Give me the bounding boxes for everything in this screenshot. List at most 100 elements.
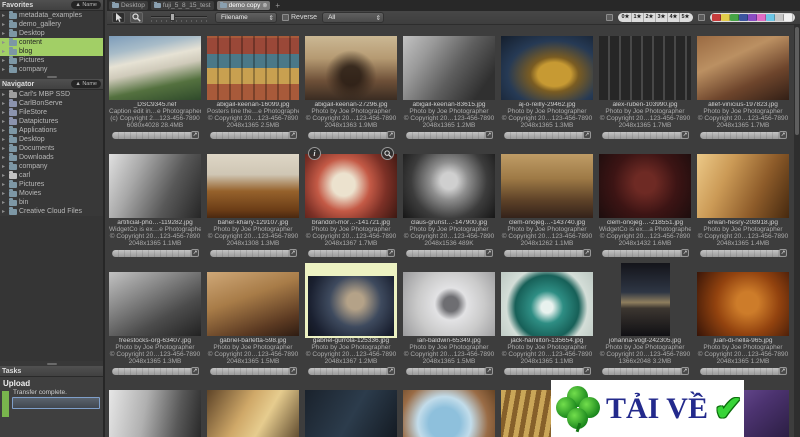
contact-sheet-tab[interactable]: demo copy ⊗ bbox=[216, 1, 271, 10]
thumbnail-image[interactable] bbox=[305, 36, 397, 100]
thumbnail-image[interactable] bbox=[109, 36, 201, 100]
contact-sheet-tab[interactable]: Desktop bbox=[109, 1, 148, 10]
thumbnail-cell[interactable]: i clem-onojeg…-218551.jpg WidgetCo is ex… bbox=[599, 145, 691, 257]
star-rating-segment[interactable]: 5★ bbox=[680, 13, 691, 22]
sidebar-item[interactable]: ▸ company bbox=[0, 65, 103, 74]
thumbnail-image[interactable] bbox=[501, 36, 593, 100]
thumbnail-image[interactable] bbox=[697, 272, 789, 336]
grid-scrollbar[interactable] bbox=[794, 25, 800, 437]
thumbnail-image[interactable] bbox=[403, 154, 495, 218]
color-filter-checkbox[interactable] bbox=[698, 14, 705, 21]
thumbnail-cell[interactable]: i ↗ bbox=[305, 381, 397, 437]
thumbnail-cell[interactable]: i ↗ bbox=[109, 381, 201, 437]
thumbnail-cell[interactable]: i erwan-hesry-208918.jpg Photo by Joe Ph… bbox=[697, 145, 789, 257]
disclosure-triangle-icon[interactable]: ▸ bbox=[2, 163, 9, 170]
download-watermark[interactable]: TẢI VỀ ✔ bbox=[551, 380, 744, 437]
disclosure-triangle-icon[interactable]: ▸ bbox=[2, 127, 9, 134]
thumbnail-cell[interactable]: i ↗ bbox=[207, 381, 299, 437]
color-class-swatch[interactable] bbox=[721, 14, 730, 21]
thumbnail-image[interactable] bbox=[599, 154, 691, 218]
disclosure-triangle-icon[interactable]: ▸ bbox=[2, 12, 9, 19]
thumbnail-cell[interactable]: i abigail-keenan-16099.jpg Posters line … bbox=[207, 27, 299, 139]
thumbnail-cell[interactable]: i baher-khairy-129107.jpg Photo by Joe P… bbox=[207, 145, 299, 257]
disclosure-triangle-icon[interactable]: ▸ bbox=[2, 172, 9, 179]
close-tab-icon[interactable]: ⊗ bbox=[262, 2, 267, 9]
sidebar-item[interactable]: ▸ Movies bbox=[0, 189, 103, 198]
sidebar-item[interactable]: ▸ FileStore bbox=[0, 108, 103, 117]
thumbnail-cell[interactable]: i abigail-keenan-83615.jpg Photo by Joe … bbox=[403, 27, 495, 139]
disclosure-triangle-icon[interactable]: ▸ bbox=[2, 48, 9, 55]
thumbnail-image[interactable] bbox=[501, 154, 593, 218]
disclosure-triangle-icon[interactable]: ▸ bbox=[2, 190, 9, 197]
sidebar-item[interactable]: ▸ Desktop bbox=[0, 135, 103, 144]
magnifier-icon[interactable] bbox=[381, 147, 394, 160]
thumbnail-cell[interactable]: i brandon-mor…-141721.jpg Photo by Joe P… bbox=[305, 145, 397, 257]
disclosure-triangle-icon[interactable]: ▸ bbox=[2, 199, 9, 206]
thumbnail-cell[interactable]: i freestocks-org-63407.jpg Photo by Joe … bbox=[109, 263, 201, 375]
color-class-swatch[interactable] bbox=[757, 14, 766, 21]
reverse-checkbox[interactable]: Reverse bbox=[282, 14, 317, 21]
sidebar-item[interactable]: ▸ Documents bbox=[0, 144, 103, 153]
sidebar-item[interactable]: ▸ demo_gallery bbox=[0, 20, 103, 29]
color-class-filter[interactable] bbox=[710, 13, 795, 22]
navigator-sort-button[interactable]: ▲ Name bbox=[71, 80, 101, 88]
thumbnail-image[interactable] bbox=[109, 272, 201, 336]
sidebar-item[interactable]: ▸ metadata_examples bbox=[0, 11, 103, 20]
sidebar-item[interactable]: ▸ Desktop bbox=[0, 29, 103, 38]
info-icon[interactable]: i bbox=[308, 147, 321, 160]
sidebar-item[interactable]: ▸ bin bbox=[0, 198, 103, 207]
disclosure-triangle-icon[interactable]: ▸ bbox=[2, 100, 9, 107]
grid-scrollbar-thumb[interactable] bbox=[795, 27, 799, 135]
sidebar-item[interactable]: ▸ Pictures bbox=[0, 56, 103, 65]
disclosure-triangle-icon[interactable]: ▸ bbox=[2, 145, 9, 152]
star-rating-segment[interactable]: 2★ bbox=[644, 13, 656, 22]
thumbnail-cell[interactable]: i artificial-pho…-119282.jpg WidgetCo is… bbox=[109, 145, 201, 257]
thumbnail-cell[interactable]: i aj-o-reilly-29462.jpg Photo by Joe Pho… bbox=[501, 27, 593, 139]
zoom-tool-button[interactable] bbox=[130, 12, 143, 23]
filter-select[interactable]: All ⇕ bbox=[322, 12, 385, 23]
thumbnail-image[interactable] bbox=[403, 36, 495, 100]
thumbnail-cell[interactable]: i alex-ruben-103990.jpg Photo by Joe Pho… bbox=[599, 27, 691, 139]
sidebar-item[interactable]: ▸ company bbox=[0, 162, 103, 171]
favorites-sort-button[interactable]: ▲ Name bbox=[71, 1, 101, 9]
thumbnail-image[interactable] bbox=[305, 390, 397, 437]
disclosure-triangle-icon[interactable]: ▸ bbox=[2, 30, 9, 37]
contact-sheet-tab[interactable]: fuji_5_8_15_test bbox=[150, 1, 214, 10]
disclosure-triangle-icon[interactable]: ▸ bbox=[2, 57, 9, 64]
sidebar-item[interactable]: ▸ Pictures bbox=[0, 180, 103, 189]
color-class-swatch[interactable] bbox=[712, 14, 721, 21]
sidebar-item[interactable]: ▸ blog bbox=[0, 47, 103, 56]
thumbnail-image[interactable] bbox=[109, 154, 201, 218]
thumbnail-cell[interactable]: i gabriel-barletta-598.jpg Photo by Joe … bbox=[207, 263, 299, 375]
thumbnail-cell[interactable]: i jack-hamilton-135654.jpg Photo by Joe … bbox=[501, 263, 593, 375]
thumbnail-image[interactable] bbox=[207, 154, 299, 218]
sidebar-item[interactable]: ▸ Datapictures bbox=[0, 117, 103, 126]
disclosure-triangle-icon[interactable]: ▸ bbox=[2, 118, 9, 125]
star-rating-filter[interactable]: 0★ 1★ 2★ 3★ 4★ 5★ bbox=[618, 13, 693, 22]
thumbnail-image[interactable] bbox=[207, 272, 299, 336]
thumbnail-image[interactable] bbox=[501, 272, 593, 336]
thumbnail-image[interactable] bbox=[403, 272, 495, 336]
thumbnail-image[interactable] bbox=[620, 263, 670, 336]
star-rating-segment[interactable]: 0★ bbox=[620, 13, 632, 22]
disclosure-triangle-icon[interactable]: ▸ bbox=[2, 181, 9, 188]
thumbnail-image[interactable] bbox=[207, 36, 299, 100]
thumbnail-cell[interactable]: i allef-vinicius-197823.jpg Photo by Joe… bbox=[697, 27, 789, 139]
disclosure-triangle-icon[interactable]: ▸ bbox=[2, 66, 9, 73]
thumbnail-cell[interactable]: i clem-onojeg…-143740.jpg Photo by Joe P… bbox=[501, 145, 593, 257]
thumbnail-image[interactable] bbox=[599, 36, 691, 100]
thumbnail-image[interactable] bbox=[305, 154, 397, 218]
color-class-swatch[interactable] bbox=[730, 14, 739, 21]
thumbnail-image[interactable] bbox=[697, 36, 789, 100]
slider-thumb[interactable] bbox=[170, 13, 176, 21]
disclosure-triangle-icon[interactable]: ▸ bbox=[2, 39, 9, 46]
sidebar-item[interactable]: ▸ Downloads bbox=[0, 153, 103, 162]
thumbnail-image[interactable] bbox=[207, 390, 299, 437]
star-rating-segment[interactable]: 1★ bbox=[632, 13, 644, 22]
sidebar-item[interactable]: ▸ content bbox=[0, 38, 103, 47]
thumbnail-image[interactable] bbox=[109, 390, 201, 437]
new-tab-button[interactable]: + bbox=[272, 1, 283, 10]
thumbnail-cell[interactable]: i ↗ bbox=[403, 381, 495, 437]
sidebar-item[interactable]: ▸ Carl's MBP SSD bbox=[0, 90, 103, 99]
disclosure-triangle-icon[interactable]: ▸ bbox=[2, 21, 9, 28]
